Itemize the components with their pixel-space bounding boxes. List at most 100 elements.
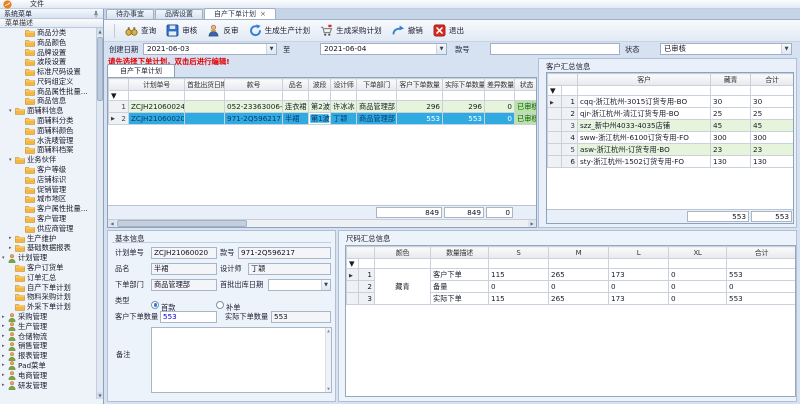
sidebar-item-33[interactable]: ▸报表管理 (0, 351, 97, 361)
customer-row-3[interactable]: 3szz_新中州4033-4035店铺4545 (548, 120, 794, 132)
size-value-cell-2-4[interactable]: 553 (727, 293, 797, 305)
sidebar-scrollbar[interactable]: ▲ ▼ (96, 28, 103, 399)
plan-column-header-6[interactable]: 下单部门 (357, 79, 397, 91)
sidebar-item-0[interactable]: 商品分类 (0, 28, 97, 38)
sidebar-item-22[interactable]: ▸基础数据报表 (0, 244, 97, 254)
plan-cell-1-10[interactable]: 已审核 (515, 113, 537, 125)
plan-filter-cell-8[interactable] (443, 91, 485, 101)
customer-name-cell[interactable]: asw-浙江杭州-订货专用-BO (578, 144, 711, 156)
sidebar-item-31[interactable]: ▸仓储物流 (0, 332, 97, 342)
plan-column-header-5[interactable]: 设计师 (331, 79, 357, 91)
sidebar-item-27[interactable]: 物料采购计划 (0, 293, 97, 303)
plan-column-header-10[interactable]: 状态 (515, 79, 537, 91)
plan-filter-cell-2[interactable] (225, 91, 283, 101)
scroll-up-icon[interactable]: ▲ (326, 329, 331, 333)
plan-row-2[interactable]: ▶2ZCJH21060020971-2Q596217半裙第1波丁颖商品管理部55… (109, 113, 537, 125)
customer-qty-cell[interactable]: 30 (711, 96, 751, 108)
plan-filter-cell-0[interactable] (129, 91, 185, 101)
plan-cell-0-10[interactable]: 已审核 (515, 101, 537, 113)
customer-total-cell[interactable]: 45 (751, 120, 794, 132)
customer-name-cell[interactable]: cqq-浙江杭州-3015订货专用-BO (578, 96, 711, 108)
plan-filter-cell-5[interactable] (331, 91, 357, 101)
tab-brand-settings[interactable]: 品牌设置 (155, 9, 203, 19)
radio-icon[interactable] (216, 301, 224, 309)
sidebar-item-35[interactable]: ▸电商管理 (0, 371, 97, 381)
date-from-input[interactable]: 2021-06-03 ▼ (143, 43, 277, 55)
sidebar-item-34[interactable]: ▸Pad菜单 (0, 361, 97, 371)
style-no-field[interactable]: 971-2Q596217 (238, 247, 331, 259)
toolbar-button-gen-purchase-plan[interactable]: 生成采购计划 (318, 23, 384, 38)
size-desc-cell[interactable]: 客户下单 (431, 269, 489, 281)
customer-row-1[interactable]: ▶1cqq-浙江杭州-3015订货专用-BO3030 (548, 96, 794, 108)
customer-total-cell[interactable]: 25 (751, 108, 794, 120)
customer-column-header-1[interactable]: 藏青 (711, 74, 751, 86)
plan-cell-0-9[interactable]: 0 (485, 101, 515, 113)
customer-filter-cell-0[interactable] (578, 86, 711, 96)
plan-cell-1-1[interactable] (185, 113, 225, 125)
plan-cell-0-6[interactable]: 商品管理部 (357, 101, 397, 113)
plan-cell-0-4[interactable]: 第2波 (309, 101, 331, 113)
customer-name-cell[interactable]: qjr-浙江杭州-清江订货专用-BO (578, 108, 711, 120)
size-row-1[interactable]: ▶1藏青客户下单1152651730553 (347, 269, 797, 281)
customer-qty-cell[interactable]: 130 (711, 156, 751, 168)
sidebar-item-20[interactable]: 供应商管理 (0, 224, 97, 234)
toolbar-button-unaudit[interactable]: 反审 (205, 23, 240, 38)
toolbar-button-revoke[interactable]: 撤销 (390, 23, 425, 38)
sidebar-item-32[interactable]: ▸销售管理 (0, 342, 97, 352)
plan-cell-1-2[interactable]: 971-2Q596217 (225, 113, 283, 125)
plan-column-header-8[interactable]: 实际下单数量 (443, 79, 485, 91)
tab-pending-tasks[interactable]: 待办事宜 (106, 9, 154, 19)
customer-total-cell[interactable]: 23 (751, 144, 794, 156)
sidebar-item-25[interactable]: 订单汇总 (0, 273, 97, 283)
plan-column-header-3[interactable]: 品名 (283, 79, 309, 91)
plan-cell-1-6[interactable]: 商品管理部 (357, 113, 397, 125)
tab-self-production-order-plan[interactable]: 自产下单计划 × (204, 8, 276, 19)
sidebar-item-12[interactable]: 面辅料档案 (0, 146, 97, 156)
customer-qty-cell[interactable]: 25 (711, 108, 751, 120)
size-value-cell-0-4[interactable]: 553 (727, 269, 797, 281)
size-column-header-5[interactable]: XL (669, 247, 727, 259)
size-filter-cell-0[interactable] (375, 259, 431, 269)
size-filter-cell-5[interactable] (669, 259, 727, 269)
customer-total-cell[interactable]: 30 (751, 96, 794, 108)
sidebar-item-14[interactable]: 客户等级 (0, 165, 97, 175)
sidebar-item-19[interactable]: 客户管理 (0, 214, 97, 224)
menu-file[interactable]: 文件 (26, 0, 48, 9)
plan-cell-1-5[interactable]: 丁颖 (331, 113, 357, 125)
plan-cell-1-8[interactable]: 553 (443, 113, 485, 125)
customer-name-cell[interactable]: szz_新中州4033-4035店铺 (578, 120, 711, 132)
toolbar-button-gen-production-plan[interactable]: 生成生产计划 (247, 23, 313, 38)
size-desc-cell[interactable]: 实际下单 (431, 293, 489, 305)
sidebar-item-21[interactable]: ▸生产维护 (0, 234, 97, 244)
plan-filter-cell-6[interactable] (357, 91, 397, 101)
customer-qty-cell[interactable]: 23 (711, 144, 751, 156)
chevron-down-icon[interactable]: ▼ (266, 44, 276, 54)
sidebar-item-7[interactable]: 商品信息 (0, 97, 97, 107)
size-value-cell-2-2[interactable]: 173 (609, 293, 669, 305)
first-ship-date-input[interactable]: ▼ (268, 279, 331, 291)
customer-qty-cell[interactable]: 300 (711, 132, 751, 144)
sidebar-item-36[interactable]: ▸研发管理 (0, 381, 97, 391)
plan-column-header-1[interactable]: 首批出货日期 (185, 79, 225, 91)
customer-qty-cell[interactable]: 45 (711, 120, 751, 132)
customer-total-cell[interactable]: 300 (751, 132, 794, 144)
sidebar-item-11[interactable]: 水洗唛管理 (0, 136, 97, 146)
plan-no-field[interactable]: ZCJH21060020 (151, 247, 217, 259)
sidebar-item-13[interactable]: ▾业务伙伴 (0, 155, 97, 165)
sidebar-item-15[interactable]: 店铺标识 (0, 175, 97, 185)
plan-row-1[interactable]: 1ZCJH21060024052-23363006-1连衣裙第2波许冰冰商品管理… (109, 101, 537, 113)
customer-row-6[interactable]: 6sty-浙江杭州-1502订货专用-FO130130 (548, 156, 794, 168)
plan-filter-cell-7[interactable] (397, 91, 443, 101)
size-column-header-0[interactable]: 颜色 (375, 247, 431, 259)
size-value-cell-2-1[interactable]: 265 (549, 293, 609, 305)
customer-name-cell[interactable]: sty-浙江杭州-1502订货专用-FO (578, 156, 711, 168)
sidebar-item-1[interactable]: 商品颜色 (0, 38, 97, 48)
plan-column-header-2[interactable]: 款号 (225, 79, 283, 91)
scroll-down-icon[interactable]: ▼ (326, 387, 331, 391)
size-value-cell-1-4[interactable]: 0 (727, 281, 797, 293)
size-value-cell-1-1[interactable]: 0 (549, 281, 609, 293)
filter-icon[interactable]: ▼ (109, 91, 129, 101)
radio-checked-icon[interactable] (151, 301, 159, 309)
sidebar-item-9[interactable]: 面辅料分类 (0, 116, 97, 126)
size-value-cell-1-2[interactable]: 0 (609, 281, 669, 293)
